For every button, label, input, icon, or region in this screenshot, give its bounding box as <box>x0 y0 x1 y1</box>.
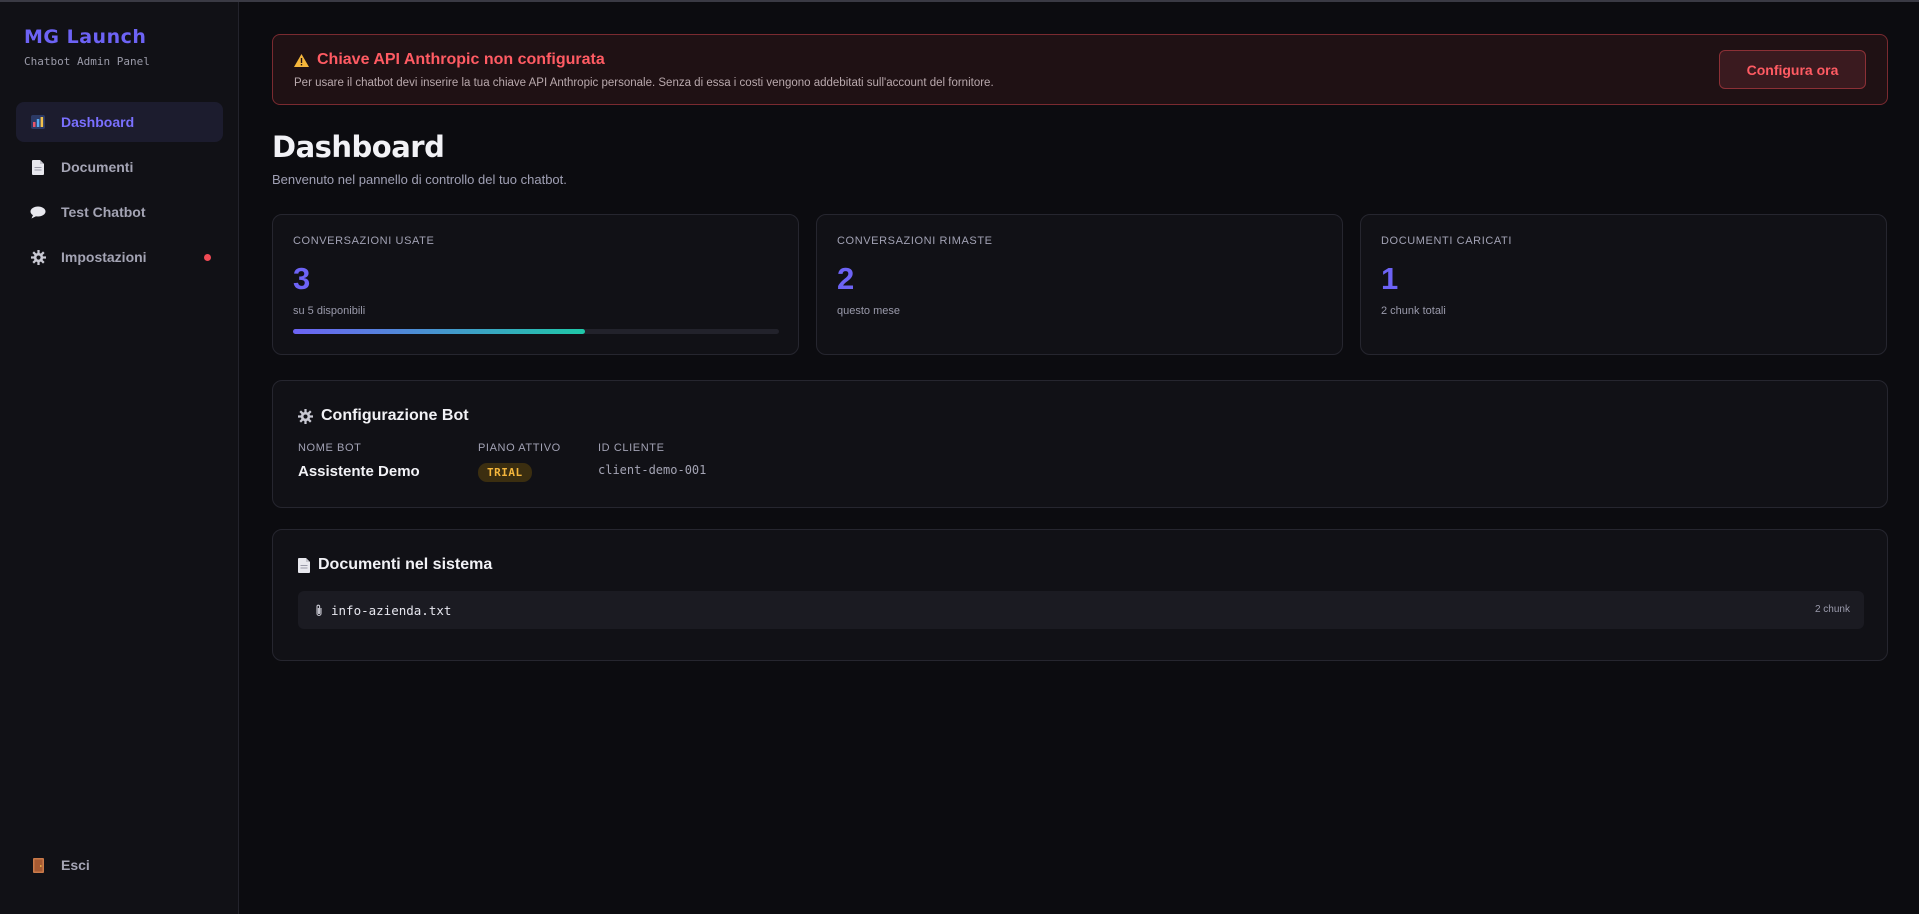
bot-name-label: NOME BOT <box>298 442 362 454</box>
stat-card-conversations-used: CONVERSAZIONI USATE 3 su 5 disponibili <box>272 214 799 355</box>
card-title-text: Configurazione Bot <box>321 407 469 424</box>
document-icon <box>30 159 46 175</box>
stat-card-documents-loaded: DOCUMENTI CARICATI 1 2 chunk totali <box>1360 214 1887 355</box>
page-title: Dashboard <box>272 130 445 164</box>
speech-bubble-icon <box>30 204 46 220</box>
door-icon <box>30 857 46 873</box>
sidebar-item-label: Test Chatbot <box>61 204 146 220</box>
logout-button[interactable]: Esci <box>16 845 223 885</box>
brand-title: MG Launch <box>24 26 147 48</box>
card-title: Documenti nel sistema <box>298 556 492 574</box>
gear-icon <box>298 408 313 424</box>
brand: MG Launch Chatbot Admin Panel <box>24 26 150 68</box>
bar-chart-icon <box>30 114 46 130</box>
window-top-border <box>0 0 1919 2</box>
card-title-text: Documenti nel sistema <box>318 556 493 573</box>
alert-title: Chiave API Anthropic non configurata <box>294 51 605 69</box>
stat-sub: questo mese <box>837 305 900 317</box>
documents-card: Documenti nel sistema info-azienda.txt 2… <box>272 529 1888 661</box>
usage-progress-fill <box>293 329 585 334</box>
document-chunk-count: 2 chunk <box>1814 604 1850 615</box>
bot-name-field: NOME BOT Assistente Demo <box>298 442 420 480</box>
stat-sub: su 5 disponibili <box>293 305 366 317</box>
bot-name-value: Assistente Demo <box>298 463 420 480</box>
stats-row: CONVERSAZIONI USATE 3 su 5 disponibili C… <box>272 214 1888 355</box>
gear-icon <box>30 249 46 265</box>
bot-config-card: Configurazione Bot NOME BOT Assistente D… <box>272 380 1888 508</box>
stat-card-conversations-remaining: CONVERSAZIONI RIMASTE 2 questo mese <box>816 214 1343 355</box>
paperclip-icon <box>315 604 323 617</box>
usage-progress-bar <box>293 329 779 334</box>
sidebar-item-label: Documenti <box>61 159 134 175</box>
document-row[interactable]: info-azienda.txt 2 chunk <box>298 591 1864 629</box>
sidebar-nav: Dashboard Documenti Test Chatbot Imposta… <box>16 102 223 282</box>
plan-label: PIANO ATTIVO <box>478 442 561 454</box>
warning-icon <box>294 53 309 67</box>
alert-title-text: Chiave API Anthropic non configurata <box>317 51 605 68</box>
document-name: info-azienda.txt <box>331 602 452 618</box>
document-icon <box>298 557 310 573</box>
logout-label: Esci <box>61 857 90 873</box>
stat-value: 1 <box>1381 261 1399 296</box>
stat-label: CONVERSAZIONI USATE <box>293 235 435 247</box>
logout-section: Esci <box>16 845 223 890</box>
sidebar-item-label: Impostazioni <box>61 249 147 265</box>
notification-dot <box>204 254 211 261</box>
sidebar-item-dashboard[interactable]: Dashboard <box>16 102 223 142</box>
main-content: Chiave API Anthropic non configurata Per… <box>272 34 1888 661</box>
client-id-label: ID CLIENTE <box>598 442 665 454</box>
stat-value: 2 <box>837 261 855 296</box>
page-subtitle: Benvenuto nel pannello di controllo del … <box>272 172 567 187</box>
sidebar-item-test-chatbot[interactable]: Test Chatbot <box>16 192 223 232</box>
stat-sub: 2 chunk totali <box>1381 305 1446 317</box>
brand-subtitle: Chatbot Admin Panel <box>24 55 150 68</box>
client-id-field: ID CLIENTE client-demo-001 <box>598 442 706 477</box>
api-key-alert: Chiave API Anthropic non configurata Per… <box>272 34 1888 105</box>
configure-now-button[interactable]: Configura ora <box>1719 50 1866 89</box>
alert-text: Per usare il chatbot devi inserire la tu… <box>294 77 994 89</box>
sidebar: MG Launch Chatbot Admin Panel Dashboard … <box>0 2 239 914</box>
plan-field: PIANO ATTIVO TRIAL <box>478 442 561 482</box>
stat-label: CONVERSAZIONI RIMASTE <box>837 235 993 247</box>
sidebar-item-documenti[interactable]: Documenti <box>16 147 223 187</box>
stat-value: 3 <box>293 261 311 296</box>
sidebar-item-impostazioni[interactable]: Impostazioni <box>16 237 223 277</box>
client-id-value: client-demo-001 <box>598 463 707 477</box>
stat-label: DOCUMENTI CARICATI <box>1381 235 1512 247</box>
plan-badge: TRIAL <box>478 463 532 482</box>
card-title: Configurazione Bot <box>298 407 469 425</box>
sidebar-item-label: Dashboard <box>61 114 135 130</box>
